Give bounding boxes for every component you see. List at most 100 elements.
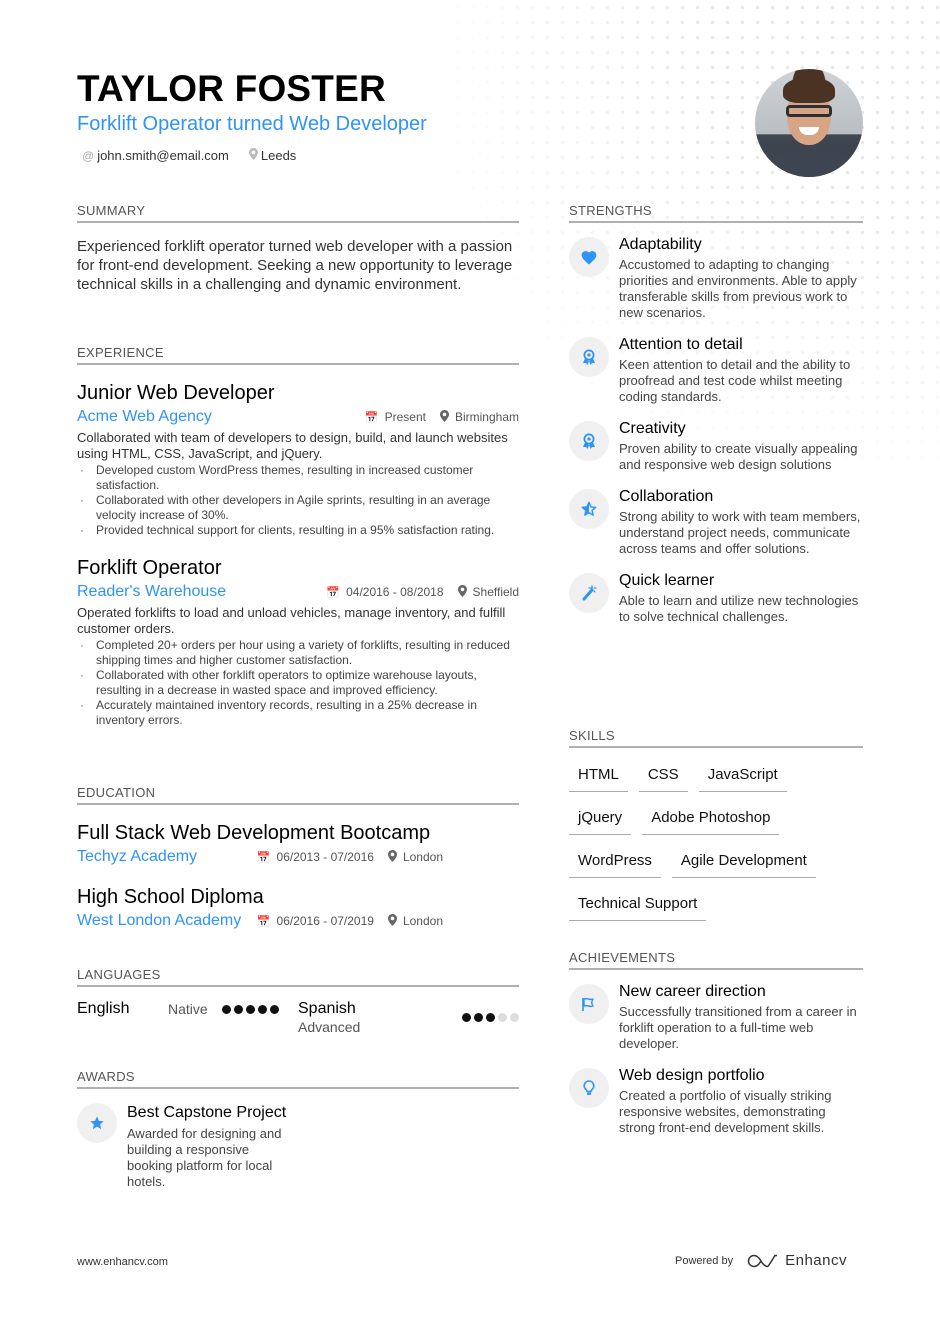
- enhancv-logo-icon: [747, 1254, 778, 1267]
- section-heading: ACHIEVEMENTS: [569, 950, 863, 970]
- skill-tag: CSS: [638, 758, 688, 792]
- footer-branding: Powered by Enhancv: [675, 1252, 847, 1269]
- school-name: Techyz Academy: [77, 848, 198, 865]
- rating-dot-filled: [270, 1004, 279, 1014]
- language-rating: [462, 1007, 519, 1027]
- brand-logo[interactable]: Enhancv: [747, 1252, 847, 1269]
- section-heading: STRENGTHS: [569, 203, 863, 223]
- strength-title: Creativity: [619, 420, 686, 437]
- job-bullet: Developed custom WordPress themes, resul…: [77, 463, 519, 493]
- language-level: Advanced: [298, 1019, 361, 1035]
- location-pin-icon: [248, 148, 258, 163]
- education-entry: High School Diploma West London Academy …: [77, 885, 519, 931]
- job-bullet: Collaborated with other developers in Ag…: [77, 493, 519, 523]
- summary-section: SUMMARY Experienced forklift operator tu…: [77, 203, 519, 294]
- skill-tag: WordPress: [569, 844, 661, 878]
- award-ribbon-icon: [569, 421, 609, 461]
- footer-website-link[interactable]: www.enhancv.com: [77, 1256, 168, 1268]
- job-entry: Forklift Operator Reader's Warehouse 📅 04…: [77, 556, 519, 728]
- achievement-item: New career direction Successfully transi…: [569, 982, 863, 1052]
- language-name: Spanish: [298, 1000, 356, 1017]
- rating-dot-filled: [258, 1004, 267, 1014]
- profile-photo: [755, 69, 863, 177]
- section-heading: LANGUAGES: [77, 967, 519, 987]
- degree-title: High School Diploma: [77, 886, 264, 908]
- experience-section: EXPERIENCE Junior Web Developer Acme Web…: [77, 345, 519, 728]
- education-location: London: [402, 850, 443, 864]
- strength-description: Proven ability to create visually appeal…: [619, 441, 858, 472]
- strength-title: Quick learner: [619, 572, 715, 589]
- education-location: London: [402, 914, 443, 928]
- summary-text: Experienced forklift operator turned web…: [77, 238, 513, 293]
- rating-dot-filled: [486, 1012, 495, 1022]
- skill-tag: Adobe Photoshop: [642, 801, 780, 835]
- location-pin-icon: [387, 913, 397, 929]
- resume-page: TAYLOR FOSTER Forklift Operator turned W…: [0, 0, 940, 1330]
- rating-dot-empty: [510, 1012, 519, 1022]
- brand-name: Enhancv: [785, 1252, 847, 1269]
- contact-email[interactable]: @ john.smith@email.com: [82, 148, 229, 163]
- education-section: EDUCATION Full Stack Web Development Boo…: [77, 785, 519, 931]
- award-description: Awarded for designing and building a res…: [127, 1126, 282, 1189]
- strength-title: Adaptability: [619, 236, 702, 253]
- achievement-description: Successfully transitioned from a career …: [619, 1004, 857, 1051]
- strength-title: Attention to detail: [619, 336, 743, 353]
- rating-dot-filled: [462, 1012, 471, 1022]
- contact-info: @ john.smith@email.com Leeds: [82, 148, 296, 163]
- location-text: Leeds: [260, 148, 297, 163]
- job-dates: 04/2016 - 08/2018: [346, 585, 444, 599]
- candidate-title: Forklift Operator turned Web Developer: [77, 113, 427, 135]
- achievement-item: Web design portfolio Created a portfolio…: [569, 1066, 863, 1136]
- skill-tag: Technical Support: [569, 887, 707, 921]
- skills-section: SKILLS HTML CSS JavaScript jQuery Adobe …: [569, 728, 863, 930]
- job-dates: Present: [384, 410, 426, 424]
- job-bullet: Collaborated with other forklift operato…: [77, 668, 519, 698]
- job-location: Birmingham: [454, 410, 519, 424]
- rating-dot-filled: [222, 1004, 231, 1014]
- strength-item: Attention to detail Keen attention to de…: [569, 335, 863, 405]
- company-name: Acme Web Agency: [77, 408, 212, 425]
- contact-location: Leeds: [248, 148, 297, 163]
- calendar-icon: 📅: [326, 586, 341, 599]
- email-text: john.smith@email.com: [97, 148, 229, 163]
- degree-title: Full Stack Web Development Bootcamp: [77, 822, 431, 844]
- job-bullet: Completed 20+ orders per hour using a va…: [77, 638, 519, 668]
- strength-description: Keen attention to detail and the ability…: [619, 357, 851, 404]
- location-pin-icon: [457, 584, 467, 600]
- language-level: Native: [168, 1001, 208, 1017]
- language-item: Spanish Advanced: [298, 999, 519, 1039]
- calendar-icon: 📅: [364, 411, 379, 424]
- school-name: West London Academy: [77, 912, 242, 929]
- skills-list: HTML CSS JavaScript jQuery Adobe Photosh…: [569, 758, 863, 930]
- rating-dot-filled: [246, 1004, 255, 1014]
- skill-tag: JavaScript: [698, 758, 787, 792]
- education-entry: Full Stack Web Development Bootcamp Tech…: [77, 821, 519, 867]
- section-heading: AWARDS: [77, 1069, 519, 1089]
- job-description: Operated forklifts to load and unload ve…: [77, 605, 506, 636]
- job-entry: Junior Web Developer Acme Web Agency 📅 Pr…: [77, 381, 519, 538]
- job-location: Sheffield: [472, 585, 519, 599]
- lightbulb-icon: [569, 1068, 609, 1108]
- strengths-section: STRENGTHS Adaptability Accustomed to ada…: [569, 203, 863, 625]
- education-dates: 06/2013 - 07/2016: [276, 850, 374, 864]
- strength-description: Accustomed to adapting to changing prior…: [619, 257, 857, 320]
- skill-tag: HTML: [569, 758, 628, 792]
- award-title: Best Capstone Project: [127, 1104, 287, 1121]
- calendar-icon: 📅: [256, 915, 271, 928]
- job-title: Forklift Operator: [77, 557, 222, 579]
- star-icon: [77, 1103, 117, 1143]
- job-bullets: Developed custom WordPress themes, resul…: [77, 463, 519, 538]
- rating-dot-filled: [234, 1004, 243, 1014]
- strength-description: Able to learn and utilize new technologi…: [619, 593, 859, 624]
- flag-icon: [569, 984, 609, 1024]
- language-rating: [222, 999, 279, 1019]
- job-bullet: Provided technical support for clients, …: [77, 523, 519, 538]
- calendar-icon: 📅: [256, 851, 271, 864]
- education-dates: 06/2016 - 07/2019: [276, 914, 374, 928]
- company-name: Reader's Warehouse: [77, 583, 227, 600]
- achievement-title: Web design portfolio: [619, 1067, 765, 1084]
- job-description: Collaborated with team of developers to …: [77, 430, 508, 461]
- section-heading: EDUCATION: [77, 785, 519, 805]
- strength-item: Quick learner Able to learn and utilize …: [569, 571, 863, 625]
- magic-wand-icon: [569, 573, 609, 613]
